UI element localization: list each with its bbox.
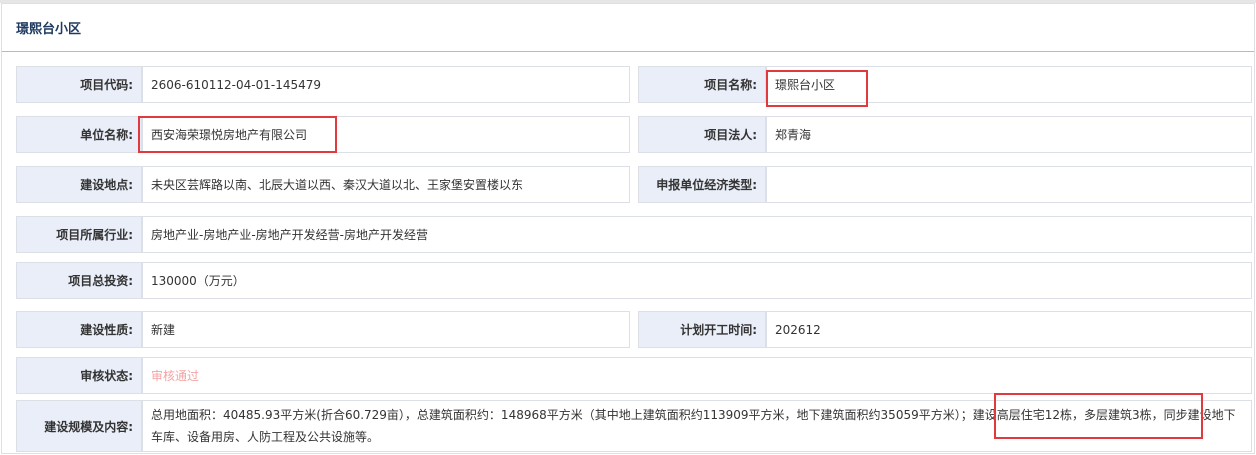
label-economic-type: 申报单位经济类型: [638,166,766,203]
row-industry: 项目所属行业: 房地产业-房地产业-房地产开发经营-房地产开发经营 [16,216,1252,253]
value-project-code: 2606-610112-04-01-145479 [142,66,630,103]
row-location: 建设地点: 未央区芸辉路以南、北辰大道以西、秦汉大道以北、王家堡安置楼以东 申报… [16,166,1252,203]
value-location: 未央区芸辉路以南、北辰大道以西、秦汉大道以北、王家堡安置楼以东 [142,166,630,203]
value-scale: 总用地面积：40485.93平方米(折合60.729亩），总建筑面积约：1489… [142,400,1252,452]
row-review-status: 审核状态: 审核通过 [16,357,1252,394]
label-planned-start: 计划开工时间: [638,311,766,348]
label-industry: 项目所属行业: [16,216,142,253]
row-construction-nature: 建设性质: 新建 计划开工时间: 202612 [16,311,1252,348]
row-scale: 建设规模及内容: 总用地面积：40485.93平方米(折合60.729亩），总建… [16,400,1252,452]
value-project-name: 璟熙台小区 [766,66,1252,103]
label-total-investment: 项目总投资: [16,262,142,299]
panel-title: 璟熙台小区 [16,22,82,37]
label-project-code: 项目代码: [16,66,142,103]
label-scale: 建设规模及内容: [16,400,142,452]
panel-header: 璟熙台小区 [2,4,1254,52]
value-construction-nature: 新建 [142,311,630,348]
value-economic-type [766,166,1252,203]
value-total-investment: 130000（万元） [142,262,1252,299]
label-unit-name: 单位名称: [16,116,142,153]
label-construction-nature: 建设性质: [16,311,142,348]
label-project-name: 项目名称: [638,66,766,103]
label-legal-person: 项目法人: [638,116,766,153]
value-industry: 房地产业-房地产业-房地产开发经营-房地产开发经营 [142,216,1252,253]
value-planned-start: 202612 [766,311,1252,348]
row-project-code: 项目代码: 2606-610112-04-01-145479 项目名称: 璟熙台… [16,66,1252,103]
value-review-status: 审核通过 [142,357,1252,394]
value-unit-name: 西安海荣璟悦房地产有限公司 [142,116,630,153]
value-legal-person: 郑青海 [766,116,1252,153]
row-total-investment: 项目总投资: 130000（万元） [16,262,1252,299]
row-unit-name: 单位名称: 西安海荣璟悦房地产有限公司 项目法人: 郑青海 [16,116,1252,153]
label-review-status: 审核状态: [16,357,142,394]
label-location: 建设地点: [16,166,142,203]
